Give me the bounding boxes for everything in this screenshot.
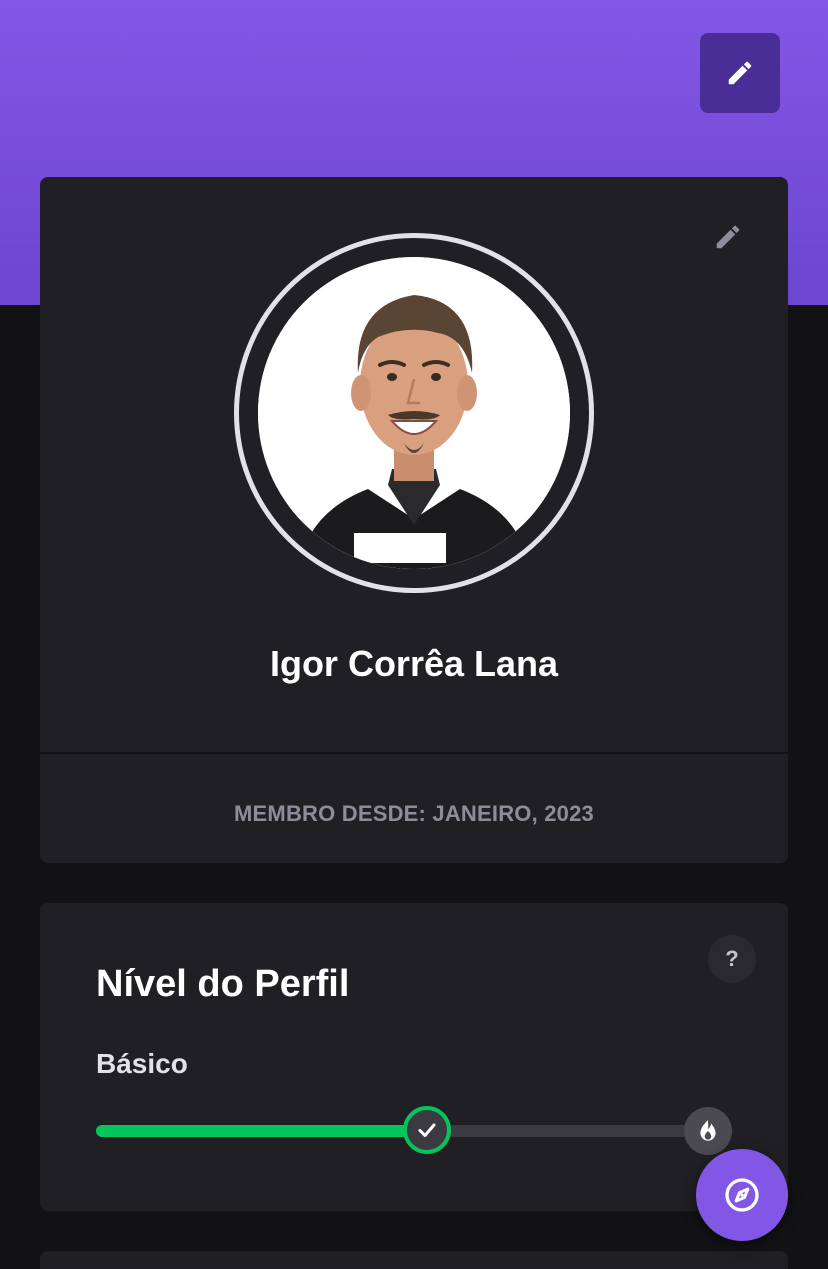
level-milestone-next [684, 1107, 732, 1155]
current-level-label: Básico [96, 1048, 188, 1079]
profile-level-card: ? Nível do Perfil Básico [40, 903, 788, 1211]
compass-icon [725, 1178, 759, 1212]
explore-button[interactable] [696, 1149, 788, 1241]
profile-photo [258, 257, 570, 569]
pencil-icon [716, 225, 740, 249]
divider [40, 752, 788, 754]
avatar[interactable] [258, 257, 570, 569]
level-title: Nível do Perfil [96, 963, 350, 1005]
member-since-text: MEMBRO DESDE: JANEIRO, 2023 [234, 801, 594, 826]
check-icon [418, 1123, 436, 1137]
help-button[interactable]: ? [708, 935, 756, 983]
fire-icon [700, 1120, 716, 1141]
level-milestone-completed [403, 1106, 451, 1154]
next-section-card [40, 1251, 788, 1269]
level-progress-fill [96, 1125, 425, 1137]
edit-profile-button[interactable] [708, 217, 748, 257]
profile-card: Igor Corrêa Lana MEMBRO DESDE: JANEIRO, … [40, 177, 788, 863]
profile-page: Igor Corrêa Lana MEMBRO DESDE: JANEIRO, … [0, 0, 828, 1269]
avatar-ring [234, 233, 594, 593]
edit-banner-button[interactable] [700, 33, 780, 113]
profile-name: Igor Corrêa Lana [269, 643, 559, 684]
pencil-icon [728, 61, 752, 85]
